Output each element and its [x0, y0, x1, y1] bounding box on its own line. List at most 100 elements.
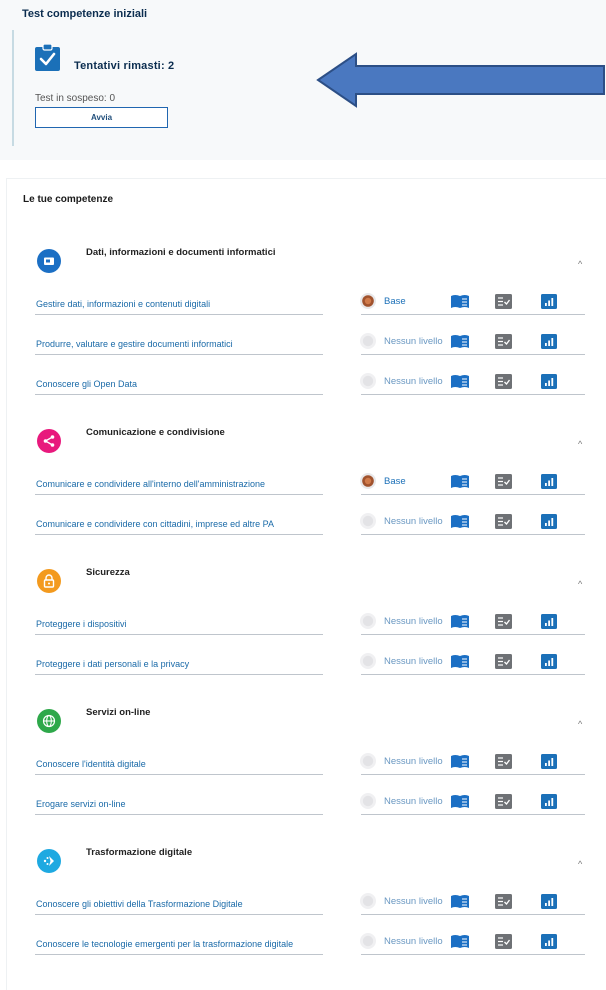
competence-link[interactable]: Comunicare e condividere all'interno del…	[36, 479, 265, 489]
row-divider	[361, 354, 585, 355]
competence-row: Conoscere gli obiettivi della Trasformaz…	[7, 892, 606, 915]
test-list-icon[interactable]	[495, 614, 512, 629]
row-divider	[35, 634, 323, 635]
bronze-medal-icon	[360, 473, 376, 489]
attempts-remaining: Tentativi rimasti: 2	[74, 60, 175, 72]
competence-link[interactable]: Conoscere le tecnologie emergenti per la…	[36, 939, 293, 949]
empty-medal-icon	[360, 613, 376, 629]
stats-chart-icon[interactable]	[541, 894, 557, 909]
test-list-icon[interactable]	[495, 754, 512, 769]
transform-icon	[37, 849, 61, 873]
start-test-button[interactable]: Avvia	[35, 107, 168, 128]
competence-level: Nessun livello	[384, 336, 443, 347]
book-icon[interactable]	[450, 514, 470, 529]
empty-medal-icon	[360, 933, 376, 949]
empty-medal-icon	[360, 793, 376, 809]
competence-level: Base	[384, 476, 406, 487]
stats-chart-icon[interactable]	[541, 754, 557, 769]
stats-chart-icon[interactable]	[541, 374, 557, 389]
row-divider	[361, 494, 585, 495]
competence-link[interactable]: Conoscere l'identità digitale	[36, 759, 146, 769]
card-accent-border	[12, 30, 14, 146]
competence-link[interactable]: Gestire dati, informazioni e contenuti d…	[36, 299, 210, 309]
test-list-icon[interactable]	[495, 294, 512, 309]
competence-link[interactable]: Comunicare e condividere con cittadini, …	[36, 519, 274, 529]
row-divider	[35, 354, 323, 355]
book-icon[interactable]	[450, 934, 470, 949]
empty-medal-icon	[360, 373, 376, 389]
section-header[interactable]: Servizi on-line ^	[7, 707, 606, 747]
competence-row: Comunicare e condividere con cittadini, …	[7, 512, 606, 535]
book-icon[interactable]	[450, 374, 470, 389]
section-header[interactable]: Sicurezza ^	[7, 567, 606, 607]
row-divider	[35, 534, 323, 535]
competence-row: Proteggere i dati personali e la privacy…	[7, 652, 606, 675]
test-list-icon[interactable]	[495, 514, 512, 529]
test-list-icon[interactable]	[495, 374, 512, 389]
competence-link[interactable]: Produrre, valutare e gestire documenti i…	[36, 339, 233, 349]
row-divider	[35, 814, 323, 815]
chevron-up-icon[interactable]: ^	[578, 579, 582, 589]
competence-row: Erogare servizi on-line Nessun livello	[7, 792, 606, 815]
test-list-icon[interactable]	[495, 334, 512, 349]
row-divider	[361, 814, 585, 815]
stats-chart-icon[interactable]	[541, 654, 557, 669]
section-title: Servizi on-line	[86, 707, 151, 718]
competence-row: Proteggere i dispositivi Nessun livello	[7, 612, 606, 635]
competence-link[interactable]: Proteggere i dati personali e la privacy	[36, 659, 189, 669]
book-icon[interactable]	[450, 614, 470, 629]
chevron-up-icon[interactable]: ^	[578, 259, 582, 269]
empty-medal-icon	[360, 653, 376, 669]
stats-chart-icon[interactable]	[541, 294, 557, 309]
test-list-icon[interactable]	[495, 894, 512, 909]
row-divider	[35, 674, 323, 675]
row-divider	[361, 914, 585, 915]
competence-row: Conoscere gli Open Data Nessun livello	[7, 372, 606, 395]
row-divider	[35, 914, 323, 915]
globe-icon	[37, 709, 61, 733]
section-header[interactable]: Dati, informazioni e documenti informati…	[7, 247, 606, 287]
test-list-icon[interactable]	[495, 934, 512, 949]
folder-icon	[37, 249, 61, 273]
competence-link[interactable]: Erogare servizi on-line	[36, 799, 126, 809]
competence-row: Conoscere l'identità digitale Nessun live…	[7, 752, 606, 775]
initial-test-card: Test competenze iniziali Tentativi rimas…	[0, 0, 606, 160]
competence-link[interactable]: Conoscere gli obiettivi della Trasformaz…	[36, 899, 243, 909]
row-divider	[361, 634, 585, 635]
book-icon[interactable]	[450, 894, 470, 909]
test-list-icon[interactable]	[495, 474, 512, 489]
section-header[interactable]: Trasformazione digitale ^	[7, 847, 606, 887]
book-icon[interactable]	[450, 294, 470, 309]
row-divider	[35, 954, 323, 955]
row-divider	[35, 494, 323, 495]
competence-link[interactable]: Conoscere gli Open Data	[36, 379, 137, 389]
book-icon[interactable]	[450, 794, 470, 809]
book-icon[interactable]	[450, 654, 470, 669]
chevron-up-icon[interactable]: ^	[578, 719, 582, 729]
book-icon[interactable]	[450, 474, 470, 489]
book-icon[interactable]	[450, 334, 470, 349]
row-divider	[361, 394, 585, 395]
section-header[interactable]: Comunicazione e condivisione ^	[7, 427, 606, 467]
row-divider	[35, 774, 323, 775]
competence-level: Base	[384, 296, 406, 307]
chevron-up-icon[interactable]: ^	[578, 859, 582, 869]
competence-level: Nessun livello	[384, 656, 443, 667]
test-list-icon[interactable]	[495, 654, 512, 669]
stats-chart-icon[interactable]	[541, 514, 557, 529]
empty-medal-icon	[360, 333, 376, 349]
stats-chart-icon[interactable]	[541, 794, 557, 809]
stats-chart-icon[interactable]	[541, 614, 557, 629]
row-divider	[361, 534, 585, 535]
book-icon[interactable]	[450, 754, 470, 769]
stats-chart-icon[interactable]	[541, 934, 557, 949]
test-list-icon[interactable]	[495, 794, 512, 809]
row-divider	[35, 394, 323, 395]
competence-level: Nessun livello	[384, 756, 443, 767]
stats-chart-icon[interactable]	[541, 474, 557, 489]
competence-link[interactable]: Proteggere i dispositivi	[36, 619, 127, 629]
stats-chart-icon[interactable]	[541, 334, 557, 349]
lock-icon	[37, 569, 61, 593]
chevron-up-icon[interactable]: ^	[578, 439, 582, 449]
competence-level: Nessun livello	[384, 616, 443, 627]
